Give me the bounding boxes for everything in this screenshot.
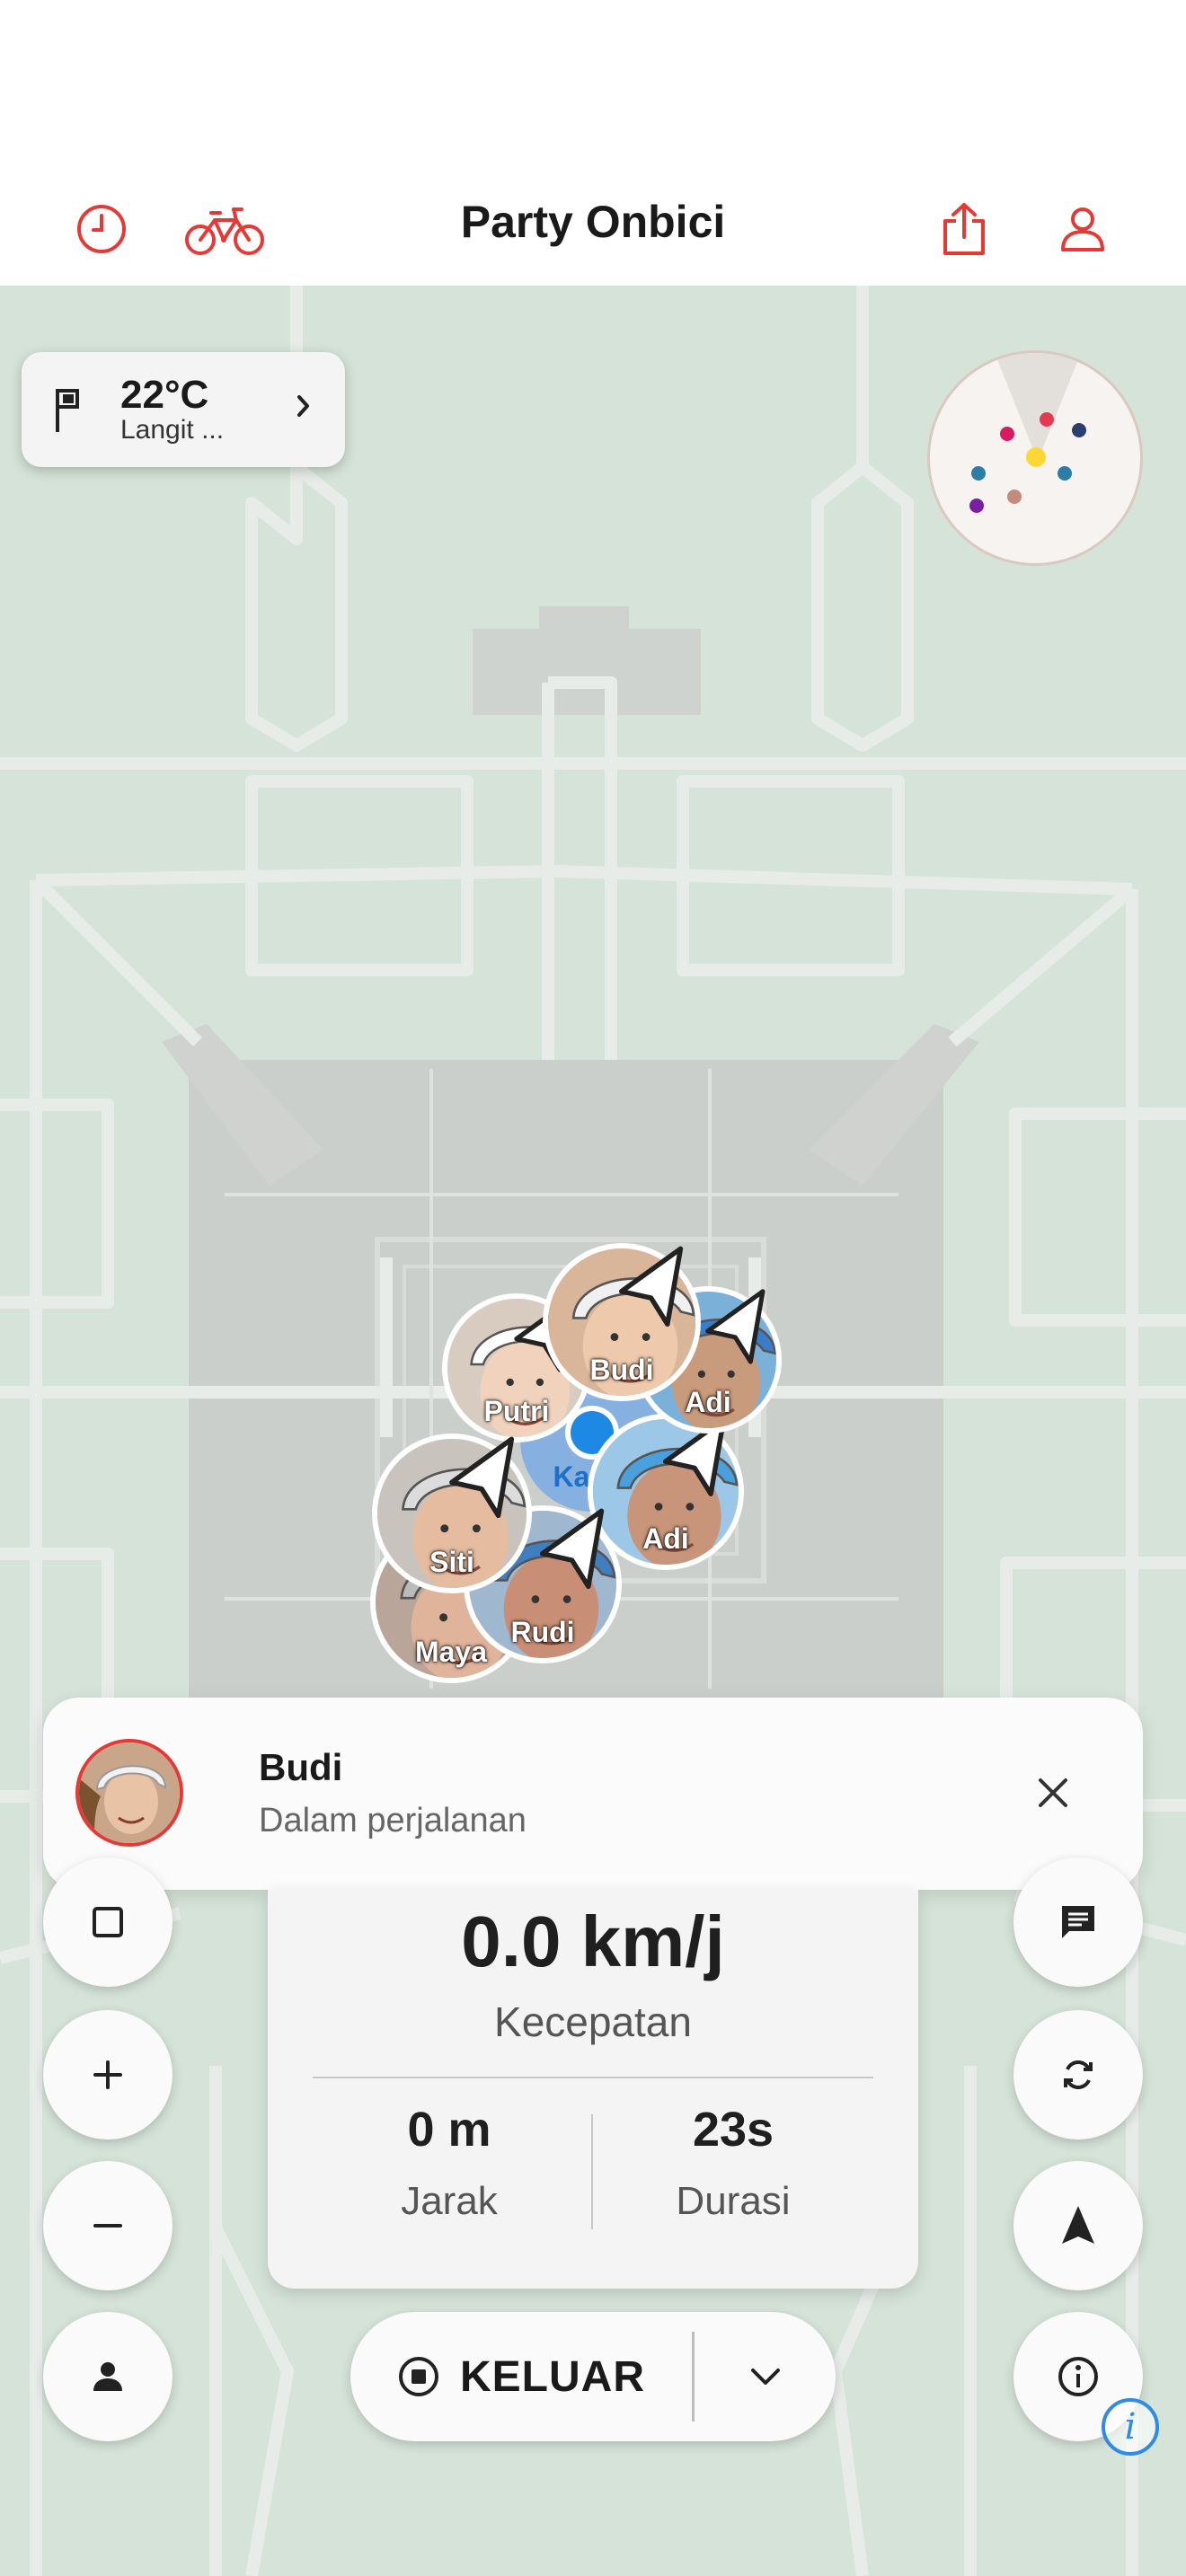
map-attribution-button[interactable]: i xyxy=(1102,2398,1159,2456)
profile-icon xyxy=(1061,207,1104,251)
stats-divider xyxy=(313,2077,873,2078)
navigate-arrow-icon xyxy=(1062,2206,1094,2244)
exit-label: KELUAR xyxy=(460,2352,645,2401)
rider-avatar[interactable]: Budi xyxy=(543,1243,701,1401)
distance-value: 0 m xyxy=(407,2103,491,2157)
radar-dot xyxy=(1007,490,1022,504)
stop-square-icon xyxy=(93,1907,123,1937)
center-on-me-button[interactable] xyxy=(43,2312,173,2441)
stop-button[interactable] xyxy=(43,1857,173,1987)
radar-dot xyxy=(1026,447,1046,467)
radar-heading-cone xyxy=(995,353,1081,461)
radar-dot xyxy=(1040,412,1054,427)
share-icon xyxy=(943,203,985,255)
app: Party Onbici 22°C Langit ... Budi Adi Pu… xyxy=(0,0,1186,2576)
zoom-out-icon xyxy=(93,2224,122,2228)
notification-status: Dalam perjalanan xyxy=(259,1802,527,1839)
zoom-out-button[interactable] xyxy=(43,2161,173,2290)
sync-button[interactable] xyxy=(1013,2010,1143,2139)
weather-condition: Langit ... xyxy=(120,415,225,445)
profile-button[interactable] xyxy=(1042,189,1123,269)
zoom-in-icon xyxy=(93,2060,122,2089)
speed-label: Kecepatan xyxy=(494,1998,692,2045)
share-button[interactable] xyxy=(924,189,1005,269)
flag-icon xyxy=(56,389,79,432)
radar-dot xyxy=(1058,466,1072,481)
weather-chip[interactable]: 22°C Langit ... xyxy=(22,352,345,467)
exit-options-dropdown[interactable] xyxy=(695,2312,836,2441)
notification-name: Budi xyxy=(259,1746,343,1788)
chat-icon xyxy=(1062,1906,1094,1938)
speed-value: 0.0 km/j xyxy=(461,1901,725,1981)
stop-circle-icon xyxy=(399,2357,438,2396)
radar-dot xyxy=(1000,427,1014,441)
navigate-button[interactable] xyxy=(1013,2161,1143,2290)
distance-label: Jarak xyxy=(401,2179,498,2223)
rider-name-label: Siti xyxy=(429,1546,474,1578)
heading-arrow-icon xyxy=(448,1436,514,1518)
chevron-down-icon xyxy=(751,2369,780,2385)
app-header: Party Onbici xyxy=(0,0,1186,286)
rider-avatar[interactable]: Siti xyxy=(372,1434,532,1593)
close-icon xyxy=(1039,1778,1067,1807)
person-icon xyxy=(93,2362,122,2391)
exit-separator xyxy=(692,2332,695,2422)
group-radar[interactable] xyxy=(927,350,1143,566)
radar-dot xyxy=(1072,423,1086,437)
sync-icon xyxy=(1064,2060,1093,2089)
page-title: Party Onbici xyxy=(460,197,726,247)
zoom-in-button[interactable] xyxy=(43,2010,173,2139)
rider-name-label: Adi xyxy=(642,1522,689,1555)
weather-temperature: 22°C xyxy=(120,373,209,417)
chevron-right-icon xyxy=(297,395,309,417)
radar-canvas xyxy=(969,353,1086,513)
heading-arrow-icon xyxy=(618,1246,684,1327)
rider-name-label: Putri xyxy=(483,1395,550,1427)
exit-button[interactable]: KELUAR xyxy=(350,2312,692,2441)
info-icon xyxy=(1058,2357,1098,2396)
close-notification-button[interactable] xyxy=(1026,1766,1080,1820)
ride-stats-panel: 0.0 km/j Kecepatan 0 m Jarak 23s Durasi xyxy=(268,1890,918,2289)
duration-label: Durasi xyxy=(676,2179,791,2223)
rider-notification[interactable]: Budi Dalam perjalanan xyxy=(43,1698,1143,1890)
rider-name-label: Budi xyxy=(589,1354,654,1386)
notification-avatar xyxy=(75,1739,183,1847)
heading-arrow-icon xyxy=(705,1289,766,1365)
exit-control: KELUAR xyxy=(350,2312,836,2441)
heading-arrow-icon xyxy=(539,1508,605,1589)
radar-dot xyxy=(969,498,984,513)
weather-texts: 22°C Langit ... xyxy=(120,375,224,445)
rider-name-label: Rudi xyxy=(510,1616,575,1648)
radar-dot xyxy=(971,466,986,481)
chat-button[interactable] xyxy=(1013,1857,1143,1987)
duration-value: 23s xyxy=(692,2103,774,2157)
